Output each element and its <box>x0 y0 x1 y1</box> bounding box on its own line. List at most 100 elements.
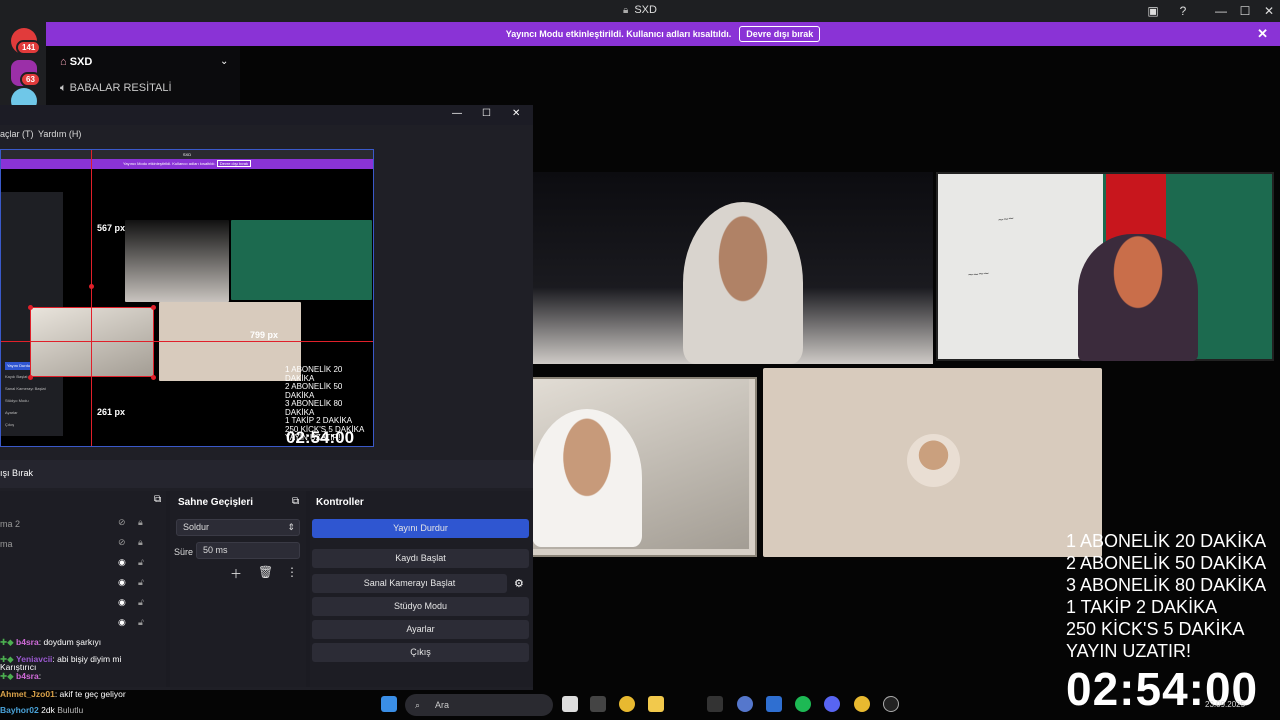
disable-streamer-mode-button[interactable]: Devre dışı bırak <box>739 26 821 42</box>
trash-icon[interactable]: 🗑︎ <box>258 565 273 579</box>
duration-spinbox[interactable]: 50 ms <box>196 542 300 559</box>
unlock-icon[interactable]: 🔓︎ <box>138 597 144 608</box>
banner-close-icon[interactable]: ✕ <box>1257 26 1268 42</box>
lock-icon[interactable]: 🔒︎ <box>138 537 143 548</box>
guide-line <box>91 150 92 446</box>
chrome-icon[interactable] <box>854 696 870 712</box>
taskbar-date: 23.09.2025 <box>1205 700 1246 709</box>
settings-button[interactable]: Ayarlar <box>312 620 529 639</box>
eye-icon[interactable]: ◉ <box>118 577 126 588</box>
obs-disable-row: ışı Bırak <box>0 460 533 488</box>
window-titlebar: 🔒︎ SXD ▣ ? — ☐ ✕ <box>0 0 1280 22</box>
source-row[interactable]: ◉ 🔓︎ <box>0 615 160 633</box>
obs-minimize-icon[interactable]: — <box>452 108 462 119</box>
distance-label: 799 px <box>250 330 279 340</box>
obs-menubar: açlar (T) Yardım (H) <box>0 125 533 145</box>
controls-header: Kontroller <box>316 497 364 508</box>
close-icon[interactable]: ✕ <box>1258 2 1280 20</box>
chevron-updown-icon: ⇕ <box>287 522 295 532</box>
home-icon: ⌂ <box>60 56 70 68</box>
inbox-icon[interactable]: ▣ <box>1142 2 1164 20</box>
start-virtual-camera-button[interactable]: Sanal Kamerayı Başlat <box>312 574 507 593</box>
window-title: 🔒︎ SXD <box>623 4 657 16</box>
eye-icon[interactable]: ◉ <box>118 557 126 568</box>
lock-icon[interactable]: 🔒︎ <box>138 517 143 528</box>
preview-banner: Yayıncı Modu etkinleştirildi. Kullanıcı … <box>1 159 373 169</box>
start-recording-button[interactable]: Kaydı Başlat <box>312 549 529 568</box>
gear-icon[interactable]: ⚙ <box>514 577 524 590</box>
eye-icon[interactable]: ◉ <box>118 597 126 608</box>
distance-label: 567 px <box>97 223 126 233</box>
preview-sidebar-item: Sanal Kamerayı Başlat <box>5 386 46 391</box>
folder-icon[interactable] <box>648 696 664 712</box>
app-icon[interactable] <box>590 696 606 712</box>
unlock-icon[interactable]: 🔓︎ <box>138 617 144 628</box>
help-icon[interactable]: ? <box>1172 2 1194 20</box>
overlay-line: 3 ABONELİK 80 DAKİKA <box>1066 575 1267 595</box>
notification-badge: 141 <box>16 40 42 55</box>
guide-line <box>1 341 373 342</box>
lock-icon: 🔒︎ <box>623 5 629 16</box>
taskbar-search[interactable]: ⌕ Ara <box>405 694 553 716</box>
studio-mode-button[interactable]: Stüdyo Modu <box>312 597 529 616</box>
eye-hidden-icon[interactable]: ⊘ <box>118 537 126 548</box>
preview-selected-source[interactable] <box>30 307 154 377</box>
spotify-icon[interactable] <box>795 696 811 712</box>
preview-sidebar-item: Stüdyo Modu <box>5 398 29 403</box>
unlock-icon[interactable]: 🔓︎ <box>138 557 144 568</box>
obs-close-icon[interactable]: ✕ <box>512 108 520 119</box>
resize-handle[interactable] <box>28 305 33 310</box>
more-icon[interactable]: ⋮ <box>286 565 298 579</box>
chevron-down-icon[interactable]: ⌄ <box>220 56 228 67</box>
webcam-right: ~~~ ~~~~ <box>936 172 1274 361</box>
maximize-icon[interactable]: ☐ <box>1234 2 1256 20</box>
obs-preview[interactable]: SXD Yayıncı Modu etkinleştirildi. Kullan… <box>0 149 374 447</box>
menu-help[interactable]: Yardım (H) <box>38 129 81 139</box>
guild-rail: 141 63 <box>0 22 46 114</box>
source-row[interactable]: ◉ 🔓︎ <box>0 555 160 573</box>
resize-handle[interactable] <box>89 284 94 289</box>
desktop: 🔒︎ SXD ▣ ? — ☐ ✕ 141 63 Yayıncı Modu etki… <box>0 0 1280 720</box>
resize-handle[interactable] <box>28 375 33 380</box>
dock-popout-icon[interactable]: ⧉ <box>292 496 299 507</box>
preview-webcam <box>231 220 372 300</box>
streamer-mode-banner: Yayıncı Modu etkinleştirildi. Kullanıcı … <box>46 22 1280 46</box>
add-icon[interactable]: ＋ <box>230 565 242 582</box>
resize-handle[interactable] <box>151 305 156 310</box>
voice-channel[interactable]: 🔈︎ BABALAR RESİTALİ <box>60 82 172 95</box>
preview-webcam <box>125 220 229 302</box>
obs-preview-margin <box>374 149 533 447</box>
exit-button[interactable]: Çıkış <box>312 643 529 662</box>
disable-button[interactable]: ışı Bırak <box>0 468 33 478</box>
source-row[interactable]: ma ⊘ 🔒︎ <box>0 535 160 553</box>
source-row[interactable]: ma 2 ⊘ 🔒︎ <box>0 515 160 533</box>
preview-window-title: SXD <box>1 150 373 159</box>
dock-popout-icon[interactable]: ⧉ <box>154 494 161 505</box>
preview-sidebar-item: Ayarlar <box>5 410 18 415</box>
webcam-middle <box>763 368 1102 557</box>
obs-icon[interactable] <box>883 696 899 712</box>
transition-select[interactable]: Soldur ⇕ <box>176 519 300 536</box>
person-figure <box>532 409 642 547</box>
chrome-icon[interactable] <box>619 696 635 712</box>
server-name[interactable]: ⌂ SXD <box>60 56 92 68</box>
taskview-icon[interactable] <box>562 696 578 712</box>
unlock-icon[interactable]: 🔓︎ <box>138 577 144 588</box>
eye-icon[interactable]: ◉ <box>118 617 126 628</box>
start-icon[interactable] <box>381 696 397 712</box>
minimize-icon[interactable]: — <box>1210 2 1232 20</box>
obs-maximize-icon[interactable]: ☐ <box>482 108 491 119</box>
eye-hidden-icon[interactable]: ⊘ <box>118 517 126 528</box>
stop-streaming-button[interactable]: Yayını Durdur <box>312 519 529 538</box>
source-row[interactable]: ◉ 🔓︎ <box>0 595 160 613</box>
app-icon[interactable] <box>737 696 753 712</box>
app-icon[interactable] <box>766 696 782 712</box>
source-row[interactable]: ◉ 🔓︎ <box>0 575 160 593</box>
discord-icon[interactable] <box>824 696 840 712</box>
menu-tools[interactable]: açlar (T) <box>0 129 34 139</box>
overlay-line: 1 ABONELİK 20 DAKİKA <box>1066 531 1267 551</box>
app-icon[interactable] <box>707 696 723 712</box>
resize-handle[interactable] <box>151 375 156 380</box>
preview-sidebar-item: Çıkış <box>5 422 15 427</box>
duration-label: Süre <box>174 547 194 557</box>
